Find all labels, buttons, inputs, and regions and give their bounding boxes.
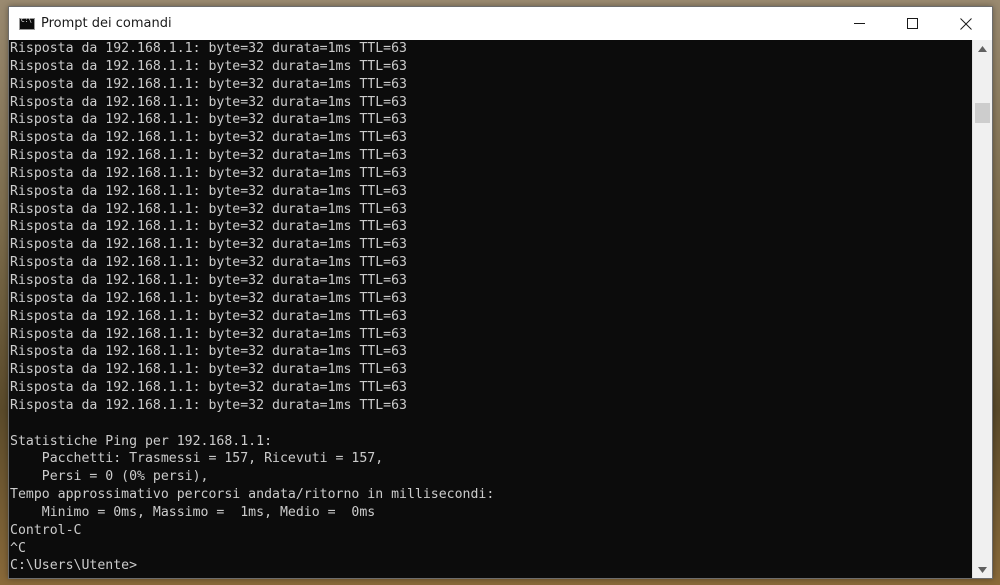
vertical-scrollbar[interactable] <box>972 40 992 578</box>
console-line: Risposta da 192.168.1.1: byte=32 durata=… <box>10 201 407 217</box>
close-button[interactable] <box>939 7 992 40</box>
console-line: Risposta da 192.168.1.1: byte=32 durata=… <box>10 76 407 92</box>
cmd-window: Prompt dei comandi Risposta da 192.168. <box>8 6 993 579</box>
console-line: Statistiche Ping per 192.168.1.1: <box>10 433 273 449</box>
console-line: Risposta da 192.168.1.1: byte=32 durata=… <box>10 290 407 306</box>
console-line: Risposta da 192.168.1.1: byte=32 durata=… <box>10 58 407 74</box>
close-icon <box>959 17 972 30</box>
console-line: Risposta da 192.168.1.1: byte=32 durata=… <box>10 148 407 164</box>
console-line: Risposta da 192.168.1.1: byte=32 durata=… <box>10 165 407 181</box>
console-client-area[interactable]: Risposta da 192.168.1.1: byte=32 durata=… <box>9 40 992 578</box>
maximize-button[interactable] <box>886 7 939 40</box>
title-bar[interactable]: Prompt dei comandi <box>9 7 992 40</box>
minimize-button[interactable] <box>833 7 886 40</box>
maximize-icon <box>907 18 918 29</box>
console-line: Risposta da 192.168.1.1: byte=32 durata=… <box>10 183 407 199</box>
console-line: Minimo = 0ms, Massimo = 1ms, Medio = 0ms <box>10 504 376 520</box>
scroll-down-button[interactable] <box>973 561 992 578</box>
console-line: Risposta da 192.168.1.1: byte=32 durata=… <box>10 219 407 235</box>
scrollbar-thumb[interactable] <box>975 103 990 123</box>
scroll-up-button[interactable] <box>973 40 992 57</box>
console-line: Risposta da 192.168.1.1: byte=32 durata=… <box>10 272 407 288</box>
console-line: ^C <box>10 540 26 556</box>
console-line: Tempo approssimativo percorsi andata/rit… <box>10 487 495 503</box>
console-line: Risposta da 192.168.1.1: byte=32 durata=… <box>10 397 407 413</box>
window-controls <box>833 7 992 40</box>
console-output[interactable]: Risposta da 192.168.1.1: byte=32 durata=… <box>9 40 971 578</box>
console-line: Risposta da 192.168.1.1: byte=32 durata=… <box>10 112 407 128</box>
window-title: Prompt dei comandi <box>41 16 172 31</box>
console-line: Risposta da 192.168.1.1: byte=32 durata=… <box>10 344 407 360</box>
console-line: Pacchetti: Trasmessi = 157, Ricevuti = 1… <box>10 451 384 467</box>
console-line: Risposta da 192.168.1.1: byte=32 durata=… <box>10 94 407 110</box>
console-line: Risposta da 192.168.1.1: byte=32 durata=… <box>10 41 407 56</box>
scroll-up-icon <box>978 45 987 52</box>
cmd-icon[interactable] <box>19 17 35 30</box>
console-line: Risposta da 192.168.1.1: byte=32 durata=… <box>10 326 407 342</box>
console-line: Control-C <box>10 522 82 538</box>
console-line: Risposta da 192.168.1.1: byte=32 durata=… <box>10 130 407 146</box>
console-line: Risposta da 192.168.1.1: byte=32 durata=… <box>10 362 407 378</box>
console-line: Risposta da 192.168.1.1: byte=32 durata=… <box>10 308 407 324</box>
console-line: Persi = 0 (0% persi), <box>10 469 209 485</box>
scroll-down-icon <box>978 566 987 573</box>
console-prompt-line: C:\Users\Utente> <box>10 558 138 574</box>
console-line: Risposta da 192.168.1.1: byte=32 durata=… <box>10 380 407 396</box>
console-line: Risposta da 192.168.1.1: byte=32 durata=… <box>10 255 407 271</box>
minimize-icon <box>854 23 865 24</box>
console-line: Risposta da 192.168.1.1: byte=32 durata=… <box>10 237 407 253</box>
